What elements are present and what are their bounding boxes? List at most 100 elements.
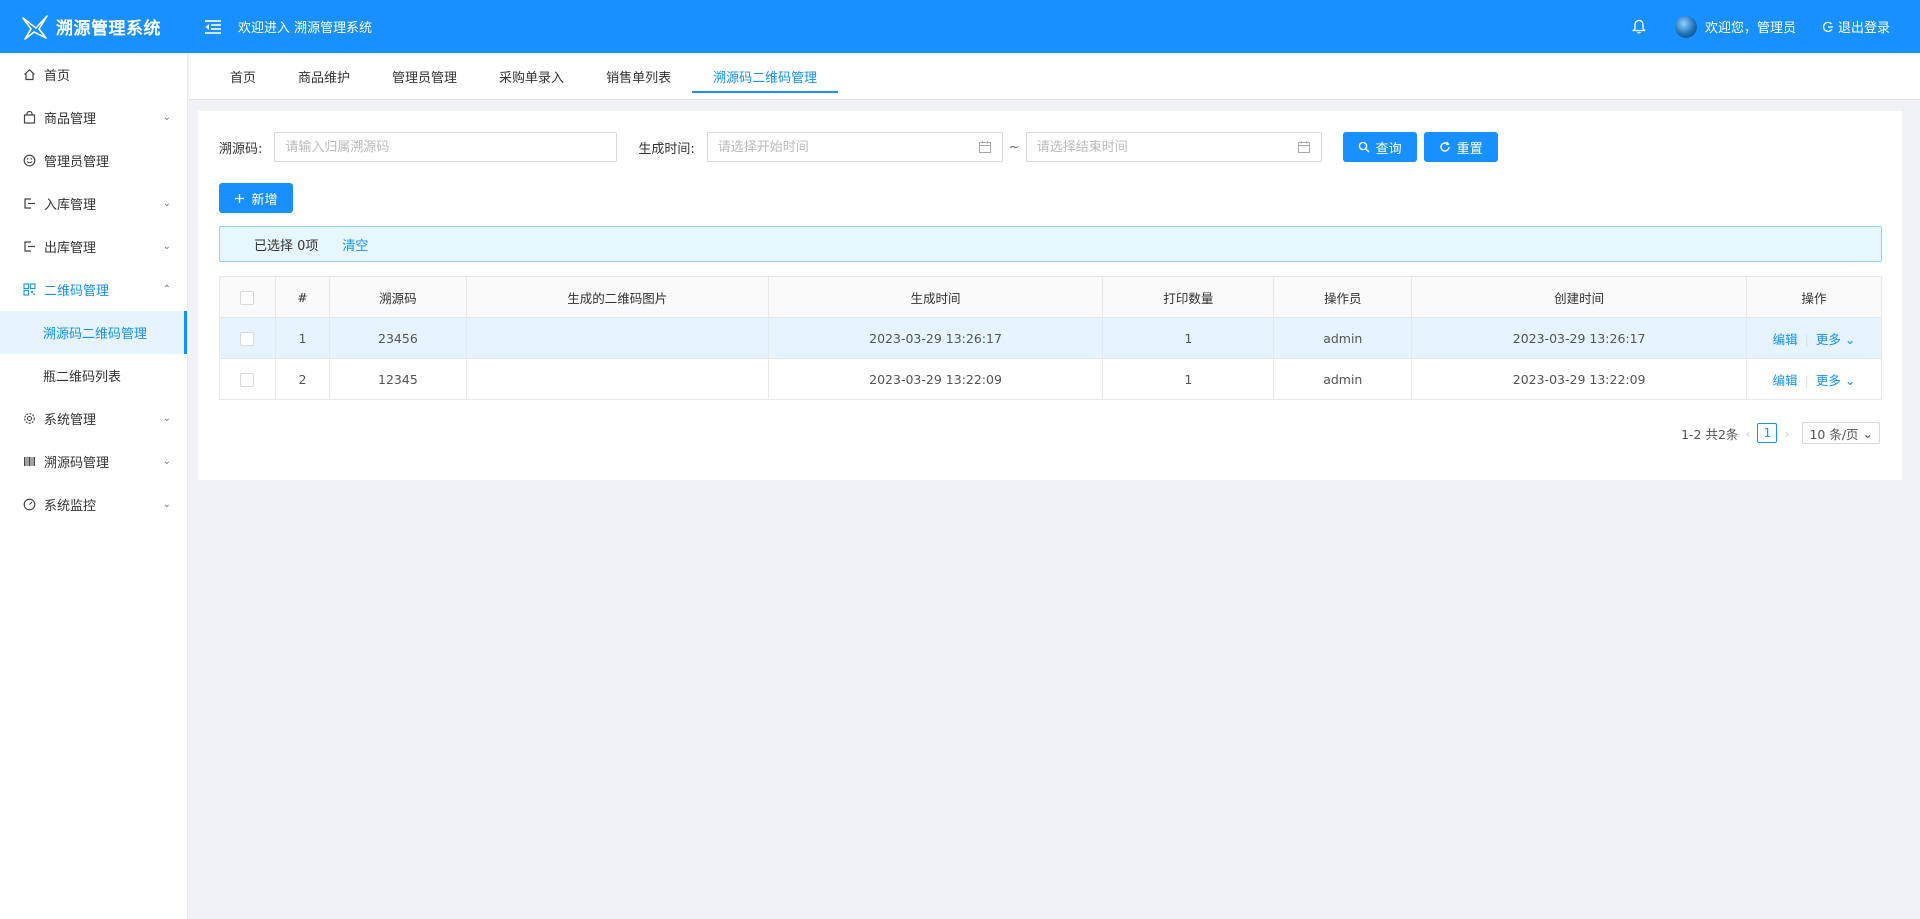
app-title: 溯源管理系统 — [56, 19, 161, 39]
column-header: 生成时间 — [768, 276, 1104, 318]
main-card: 溯源码: 生成时间: ~ 查询 重置 新增 已选择 0项 清空 — [198, 111, 1902, 480]
row-created-time: 2023-03-29 13:22:09 — [1411, 358, 1748, 400]
sidebar-item-qrcode[interactable]: 二维码管理 ⌃ — [0, 268, 187, 311]
clear-selection-link[interactable]: 清空 — [342, 235, 368, 254]
sidebar-subitem-trace-qrcode[interactable]: 溯源码二维码管理 — [0, 311, 187, 354]
chevron-down-icon: ⌄ — [162, 112, 171, 123]
page-size-value: 10 条/页 — [1809, 426, 1859, 442]
column-header: 创建时间 — [1411, 276, 1748, 318]
qrcode-icon — [22, 283, 36, 297]
chevron-down-icon: ⌄ — [162, 499, 171, 510]
reset-label: 重置 — [1456, 141, 1483, 157]
home-icon — [22, 68, 36, 82]
tab-product-maintenance[interactable]: 商品维护 — [277, 53, 371, 99]
gear-icon — [22, 412, 36, 426]
tab-sales-list[interactable]: 销售单列表 — [585, 53, 692, 99]
next-page-icon[interactable]: › — [1784, 426, 1789, 441]
trace-code-input[interactable] — [285, 139, 607, 155]
sidebar-subitem-label: 溯源码二维码管理 — [43, 327, 148, 342]
code-input-wrapper — [274, 132, 618, 162]
prev-page-icon[interactable]: ‹ — [1745, 426, 1750, 441]
app-logo[interactable]: 溯源管理系统 — [0, 0, 188, 53]
table-header-row: # 溯源码 生成的二维码图片 生成时间 打印数量 操作员 创建时间 操作 — [219, 276, 1882, 318]
end-date-input[interactable] — [1036, 139, 1297, 155]
search-form: 溯源码: 生成时间: ~ 查询 重置 — [219, 132, 1498, 162]
sidebar-item-home[interactable]: 首页 — [0, 53, 187, 96]
sidebar-item-monitor[interactable]: 系统监控 ⌄ — [0, 483, 187, 526]
row-created-time: 2023-03-29 13:26:17 — [1411, 317, 1748, 359]
chevron-down-icon: ⌄ — [1844, 331, 1856, 347]
action-divider: | — [1804, 331, 1809, 347]
page-tabs: 首页 商品维护 管理员管理 采购单录入 销售单列表 溯源码二维码管理 — [189, 53, 1920, 100]
page-size-select[interactable]: 10 条/页 ⌄ — [1802, 422, 1880, 444]
selection-count: 已选择 0项 — [254, 238, 319, 254]
tab-admin-management[interactable]: 管理员管理 — [371, 53, 478, 99]
query-button[interactable]: 查询 — [1342, 132, 1417, 162]
more-dropdown[interactable]: 更多 ⌄ — [1816, 332, 1855, 347]
column-header: 生成的二维码图片 — [466, 276, 769, 318]
pagination: 1-2 共2条 ‹ 1 › 10 条/页 ⌄ — [1681, 422, 1880, 444]
sidebar-item-admins[interactable]: 管理员管理 — [0, 139, 187, 182]
time-label: 生成时间: — [638, 141, 695, 157]
chevron-down-icon: ⌄ — [1862, 425, 1873, 441]
more-dropdown[interactable]: 更多 ⌄ — [1816, 373, 1855, 388]
plus-icon — [235, 193, 245, 203]
edit-link[interactable]: 编辑 — [1773, 332, 1798, 347]
sidebar-item-inbound[interactable]: 入库管理 ⌄ — [0, 182, 187, 225]
start-date-input[interactable] — [717, 139, 978, 155]
sidebar-item-outbound[interactable]: 出库管理 ⌄ — [0, 225, 187, 268]
row-index: 2 — [275, 358, 330, 400]
top-header: 溯源管理系统 欢迎进入 溯源管理系统 欢迎您，管理员 退出登录 — [0, 0, 1920, 53]
table-row[interactable]: 2 12345 2023-03-29 13:22:09 1 admin 2023… — [219, 358, 1882, 400]
pagination-summary: 1-2 共2条 — [1681, 426, 1739, 442]
bell-icon[interactable] — [1631, 19, 1647, 35]
end-date-wrapper — [1025, 132, 1322, 162]
sidebar-item-label: 出库管理 — [44, 241, 97, 256]
chevron-down-icon: ⌄ — [162, 198, 171, 209]
sidebar-item-label: 商品管理 — [44, 112, 97, 127]
more-label: 更多 — [1815, 372, 1841, 388]
edit-link[interactable]: 编辑 — [1773, 373, 1798, 388]
row-operator: admin — [1273, 317, 1413, 359]
row-checkbox[interactable] — [240, 372, 255, 387]
sidebar-item-products[interactable]: 商品管理 ⌄ — [0, 96, 187, 139]
tab-purchase-entry[interactable]: 采购单录入 — [478, 53, 585, 99]
table-row[interactable]: 1 23456 2023-03-29 13:26:17 1 admin 2023… — [219, 317, 1882, 359]
select-all-checkbox[interactable] — [240, 290, 255, 305]
selection-alert: 已选择 0项 清空 — [219, 226, 1882, 262]
export-icon — [22, 240, 36, 254]
logout-icon — [1822, 21, 1833, 32]
chevron-down-icon: ⌄ — [162, 456, 171, 467]
tab-trace-qrcode[interactable]: 溯源码二维码管理 — [692, 53, 839, 99]
user-greeting[interactable]: 欢迎您，管理员 — [1705, 17, 1796, 36]
row-print-count: 1 — [1102, 358, 1275, 400]
chevron-up-icon: ⌃ — [162, 284, 171, 295]
query-label: 查询 — [1375, 141, 1402, 157]
row-actions: 编辑 | 更多 ⌄ — [1746, 317, 1882, 359]
sidebar-item-label: 溯源码管理 — [44, 456, 110, 471]
row-checkbox[interactable] — [240, 331, 255, 346]
avatar[interactable] — [1674, 15, 1697, 38]
logout-button[interactable]: 退出登录 — [1822, 17, 1890, 36]
sidebar-item-system[interactable]: 系统管理 ⌄ — [0, 397, 187, 440]
column-header: 操作 — [1746, 276, 1882, 318]
import-icon — [22, 197, 36, 211]
shopping-bag-icon — [22, 111, 36, 125]
add-button[interactable]: 新增 — [219, 183, 293, 213]
sidebar: 首页 商品管理 ⌄ 管理员管理 入库管理 ⌄ 出库管理 ⌄ 二维码管理 ⌃ 溯源… — [0, 53, 188, 919]
row-select-cell — [219, 358, 276, 400]
tab-home[interactable]: 首页 — [209, 53, 277, 99]
menu-fold-icon[interactable] — [204, 18, 222, 36]
calendar-icon — [1297, 141, 1310, 153]
sidebar-subitem-bottle-qrcode[interactable]: 瓶二维码列表 — [0, 354, 187, 397]
sidebar-item-tracecode[interactable]: 溯源码管理 ⌄ — [0, 440, 187, 483]
reset-button[interactable]: 重置 — [1423, 132, 1498, 162]
start-date-wrapper — [706, 132, 1003, 162]
reload-icon — [1440, 141, 1450, 152]
action-divider: | — [1804, 372, 1809, 388]
row-trace-code: 12345 — [329, 358, 467, 400]
chevron-down-icon: ⌄ — [1844, 372, 1856, 388]
row-print-count: 1 — [1102, 317, 1275, 359]
sidebar-item-label: 系统管理 — [44, 413, 97, 428]
page-number[interactable]: 1 — [1757, 423, 1778, 443]
